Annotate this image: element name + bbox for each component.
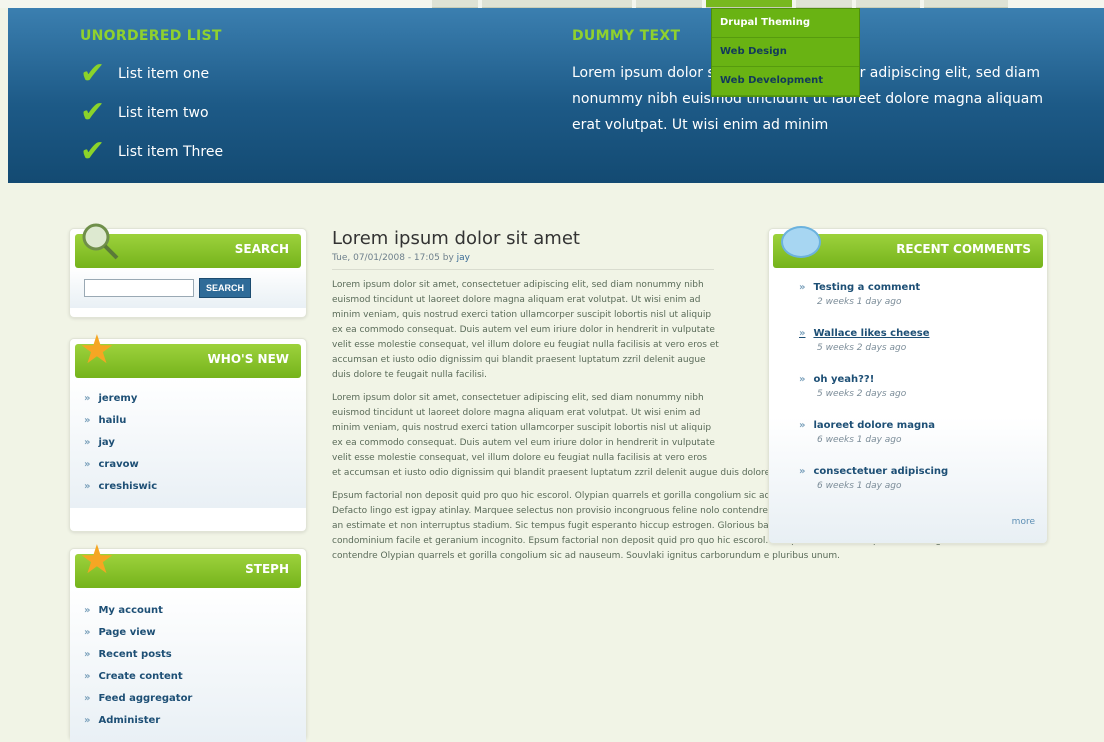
comment-link[interactable]: Wallace likes cheese [799,328,1047,339]
nav-tab[interactable] [924,0,1008,8]
comment-item: Wallace likes cheese 5 weeks 2 days ago [799,328,1047,374]
steph-block: ★ STEPH My account Page view Recent post… [69,540,307,742]
user-link[interactable]: jeremy [84,388,292,410]
dropdown-item-drupal-theming[interactable]: Drupal Theming [712,9,859,38]
hero-list: ✔ List item one ✔ List item two ✔ List item… [80,54,223,171]
user-menu: My account Page view Recent posts Create… [84,600,292,732]
comment-link[interactable]: Testing a comment [799,282,1047,293]
steph-block-header: ★ STEPH [75,540,301,588]
comment-item: laoreet dolore magna 6 weeks 1 day ago [799,420,1047,466]
search-block-title: SEARCH [234,242,289,256]
menu-link-page-view[interactable]: Page view [84,622,292,644]
comment-link[interactable]: laoreet dolore magna [799,420,1047,431]
nav-tab[interactable] [482,0,632,8]
nav-tab[interactable] [636,0,702,8]
recent-comments-block: RECENT COMMENTS Testing a comment 2 week… [768,226,1048,544]
whos-new-block-header: ★ WHO'S NEW [75,330,301,378]
user-link[interactable]: hailu [84,410,292,432]
comment-link[interactable]: consectetuer adipiscing [799,466,1047,477]
search-block: SEARCH SEARCH [69,223,307,318]
menu-link-create-content[interactable]: Create content [84,666,292,688]
comment-item: consectetuer adipiscing 6 weeks 1 day ag… [799,466,1047,512]
user-link[interactable]: cravow [84,454,292,476]
dummy-text-heading: DUMMY TEXT [572,28,681,44]
comment-item: oh yeah??! 5 weeks 2 days ago [799,374,1047,420]
comment-age: 2 weeks 1 day ago [817,297,902,307]
comment-age: 5 weeks 2 days ago [817,389,907,399]
menu-link-recent-posts[interactable]: Recent posts [84,644,292,666]
comment-age: 6 weeks 1 day ago [817,481,902,491]
star-icon: ★ [79,327,115,373]
checkmark-icon: ✔ [80,133,106,169]
hero-list-item: ✔ List item two [80,94,209,130]
whos-new-list: jeremy hailu jay cravow creshiswic [84,388,292,498]
user-link[interactable]: creshiswic [84,476,292,498]
menu-link-feed-aggregator[interactable]: Feed aggregator [84,688,292,710]
search-block-header: SEARCH [75,223,301,268]
nav-dropdown-menu: Drupal Theming Web Design Web Developmen… [711,8,860,97]
search-form: SEARCH [84,278,292,298]
user-link[interactable]: jay [84,432,292,454]
hero-list-item: ✔ List item one [80,55,210,91]
author-link[interactable]: jay [457,253,470,263]
comment-link[interactable]: oh yeah??! [799,374,1047,385]
star-icon: ★ [79,537,115,583]
menu-link-my-account[interactable]: My account [84,600,292,622]
magnifier-icon [79,220,119,267]
node-date: Tue, 07/01/2008 - 17:05 by [332,253,454,263]
comment-age: 6 weeks 1 day ago [817,435,902,445]
steph-block-body: My account Page view Recent posts Create… [70,588,306,742]
node-paragraph: Lorem ipsum dolor sit amet, consectetuer… [332,393,715,463]
nav-tab-active[interactable] [706,0,792,8]
whos-new-block: ★ WHO'S NEW jeremy hailu jay cravow cres… [69,330,307,532]
recent-comments-header: RECENT COMMENTS [773,226,1043,268]
comment-item: Testing a comment 2 weeks 1 day ago [799,282,1047,328]
whos-new-block-title: WHO'S NEW [207,352,289,366]
dropdown-item-web-design[interactable]: Web Design [712,38,859,67]
comments-list: Testing a comment 2 weeks 1 day ago Wall… [769,268,1047,512]
nav-tab[interactable] [432,0,478,8]
node-meta: Tue, 07/01/2008 - 17:05 by jay [332,253,714,270]
checkmark-icon: ✔ [80,55,106,91]
search-block-body: SEARCH [70,268,306,308]
recent-comments-title: RECENT COMMENTS [896,242,1031,256]
whos-new-block-body: jeremy hailu jay cravow creshiswic [70,378,306,508]
search-button[interactable]: SEARCH [199,278,252,298]
speech-bubble-icon [781,226,821,258]
checkmark-icon: ✔ [80,94,106,130]
menu-link-administer[interactable]: Administer [84,710,292,732]
search-input[interactable] [84,279,194,297]
nav-tab[interactable] [796,0,852,8]
steph-block-title: STEPH [245,562,289,576]
nav-tab[interactable] [856,0,920,8]
unordered-list-heading: UNORDERED LIST [80,28,222,44]
dropdown-item-web-development[interactable]: Web Development [712,67,859,96]
comment-age: 5 weeks 2 days ago [817,343,907,353]
top-navigation [0,0,1104,8]
hero-list-item: ✔ List item Three [80,133,224,169]
more-comments-link[interactable]: more [1012,517,1035,527]
node-paragraph: Lorem ipsum dolor sit amet, consectetuer… [332,280,719,380]
hero-banner: UNORDERED LIST ✔ List item one ✔ List item… [8,8,1104,183]
